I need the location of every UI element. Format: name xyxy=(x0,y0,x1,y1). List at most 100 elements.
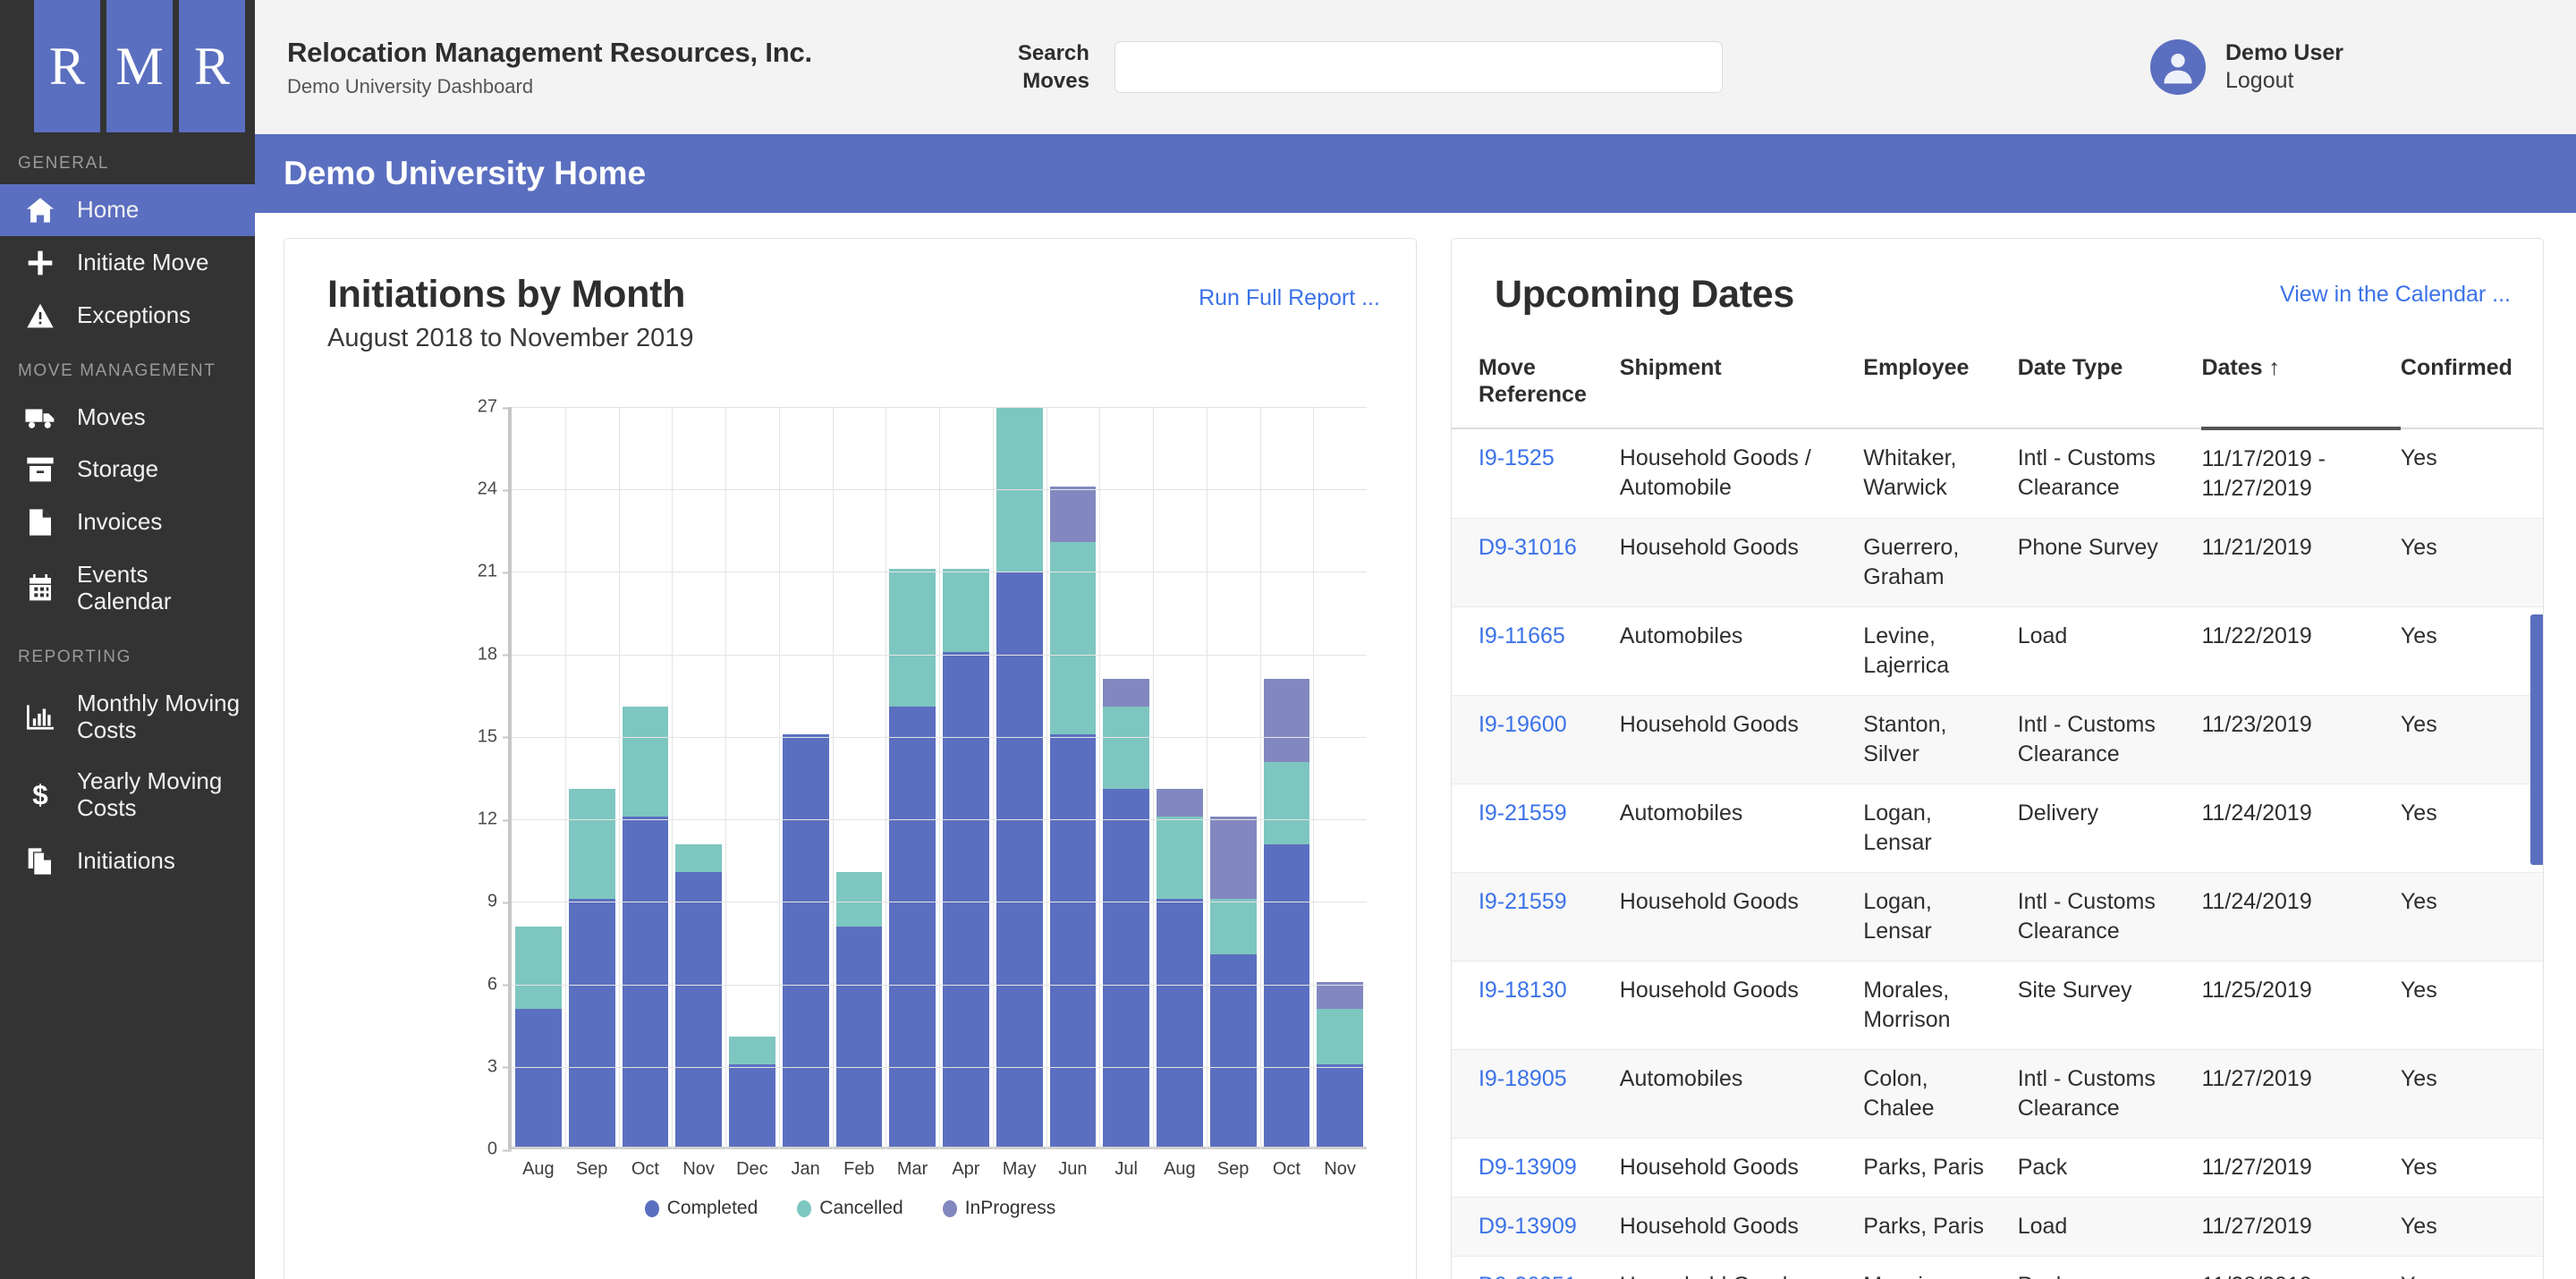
table-row[interactable]: I9-1525Household Goods / AutomobileWhita… xyxy=(1452,428,2543,519)
x-axis-tick: Oct xyxy=(1260,1147,1314,1180)
logo-letter-2: M xyxy=(106,0,173,132)
sidebar-section-general: GENERAL xyxy=(0,134,255,184)
chart-bar[interactable]: Jun xyxy=(1046,407,1100,1147)
sidebar-item-moves[interactable]: Moves xyxy=(0,392,255,444)
user-menu[interactable]: Demo User Logout xyxy=(2150,39,2343,96)
chart-subtitle: August 2018 to November 2019 xyxy=(327,324,1380,353)
cell-move-reference[interactable]: I9-18905 xyxy=(1452,1050,1620,1139)
x-axis-tick: Oct xyxy=(619,1147,673,1180)
grid-line-vertical xyxy=(672,407,673,1149)
grid-line-vertical xyxy=(993,407,994,1149)
sidebar-item-initiations[interactable]: Initiations xyxy=(0,834,255,888)
chart-bar[interactable]: Sep xyxy=(565,407,619,1147)
move-reference-link[interactable]: I9-21559 xyxy=(1479,800,1567,826)
chart-bar[interactable]: Nov xyxy=(1313,407,1367,1147)
cell-move-reference[interactable]: I9-1525 xyxy=(1452,428,1620,519)
move-reference-link[interactable]: D9-13909 xyxy=(1479,1155,1577,1180)
legend-item[interactable]: Cancelled xyxy=(797,1198,902,1219)
bar-segment-cancelled xyxy=(1157,817,1203,899)
column-header-date-type[interactable]: Date Type xyxy=(2018,354,2202,428)
chart-bar[interactable]: Mar xyxy=(886,407,939,1147)
cell-shipment: Household Goods xyxy=(1620,1198,1864,1257)
chart-bar[interactable]: Apr xyxy=(939,407,993,1147)
chart-bar[interactable]: Feb xyxy=(833,407,886,1147)
cell-move-reference[interactable]: I9-19600 xyxy=(1452,696,1620,784)
move-reference-link[interactable]: I9-1525 xyxy=(1479,445,1555,470)
chart-bar[interactable]: Oct xyxy=(1260,407,1314,1147)
grid-line-vertical xyxy=(619,407,620,1149)
chart-bar[interactable]: Dec xyxy=(725,407,779,1147)
table-row[interactable]: I9-21559AutomobilesLogan, LensarDelivery… xyxy=(1452,784,2543,873)
column-header-confirmed[interactable]: Confirmed xyxy=(2401,354,2543,428)
cell-move-reference[interactable]: D9-26351 xyxy=(1452,1257,1620,1279)
move-reference-link[interactable]: D9-31016 xyxy=(1479,535,1577,560)
cell-move-reference[interactable]: D9-13909 xyxy=(1452,1198,1620,1257)
sidebar-item-exceptions[interactable]: Exceptions xyxy=(0,290,255,342)
move-reference-link[interactable]: D9-13909 xyxy=(1479,1214,1577,1239)
column-header-employee[interactable]: Employee xyxy=(1863,354,2017,428)
chart-bar[interactable]: Nov xyxy=(672,407,725,1147)
logout-link[interactable]: Logout xyxy=(2225,67,2343,95)
chart-bar[interactable]: Jul xyxy=(1099,407,1153,1147)
move-reference-link[interactable]: I9-19600 xyxy=(1479,712,1567,737)
table-row[interactable]: I9-11665AutomobilesLevine, LajerricaLoad… xyxy=(1452,607,2543,696)
table-row[interactable]: I9-18905AutomobilesColon, ChaleeIntl - C… xyxy=(1452,1050,2543,1139)
logo[interactable]: R M R xyxy=(0,0,255,134)
legend-item[interactable]: Completed xyxy=(645,1198,758,1219)
search-input[interactable] xyxy=(1114,41,1723,93)
table-row[interactable]: I9-18130Household GoodsMorales, Morrison… xyxy=(1452,961,2543,1050)
chart-bar[interactable]: Sep xyxy=(1207,407,1260,1147)
sidebar-item-label: Initiations xyxy=(77,848,175,875)
sidebar: R M R GENERAL Home Initiate Move Excepti… xyxy=(0,0,255,1279)
cell-move-reference[interactable]: I9-18130 xyxy=(1452,961,1620,1050)
cell-employee: Whitaker, Warwick xyxy=(1863,428,2017,519)
sidebar-item-storage[interactable]: Storage xyxy=(0,444,255,496)
table-row[interactable]: D9-26351Household GoodsMcguire, MorleyPa… xyxy=(1452,1257,2543,1279)
sidebar-item-home[interactable]: Home xyxy=(0,184,255,236)
move-reference-link[interactable]: I9-11665 xyxy=(1479,623,1565,648)
sidebar-item-events-calendar[interactable]: Events Calendar xyxy=(0,549,255,628)
company-name: Relocation Management Resources, Inc. xyxy=(287,37,812,69)
x-axis-tick: Jul xyxy=(1099,1147,1153,1180)
warning-triangle-icon xyxy=(21,302,59,329)
cell-confirmed: Yes xyxy=(2401,607,2543,696)
table-row[interactable]: D9-31016Household GoodsGuerrero, GrahamP… xyxy=(1452,519,2543,607)
move-reference-link[interactable]: D9-26351 xyxy=(1479,1273,1577,1279)
cell-move-reference[interactable]: I9-11665 xyxy=(1452,607,1620,696)
cell-move-reference[interactable]: I9-21559 xyxy=(1452,784,1620,873)
sidebar-item-yearly-moving-costs[interactable]: $ Yearly Moving Costs xyxy=(0,756,255,834)
cell-move-reference[interactable]: D9-13909 xyxy=(1452,1139,1620,1198)
table-row[interactable]: I9-19600Household GoodsStanton, SilverIn… xyxy=(1452,696,2543,784)
y-axis-tick: 18 xyxy=(478,644,512,665)
cell-move-reference[interactable]: D9-31016 xyxy=(1452,519,1620,607)
x-axis-tick: Mar xyxy=(886,1147,939,1180)
cell-move-reference[interactable]: I9-21559 xyxy=(1452,873,1620,961)
cell-employee: Mcguire, Morley xyxy=(1863,1257,2017,1279)
cell-date-type: Phone Survey xyxy=(2018,519,2202,607)
scroll-tab[interactable] xyxy=(2530,614,2543,865)
column-header-dates[interactable]: Dates ↑ xyxy=(2201,354,2400,428)
sidebar-item-invoices[interactable]: Invoices xyxy=(0,496,255,549)
chart-bar[interactable]: Aug xyxy=(512,407,565,1147)
chart-bar[interactable]: Oct xyxy=(619,407,673,1147)
column-header-move-reference[interactable]: Move Reference xyxy=(1452,354,1620,428)
cell-date-type: Pack xyxy=(2018,1257,2202,1279)
sidebar-item-initiate-move[interactable]: Initiate Move xyxy=(0,236,255,290)
chart-bar[interactable]: Jan xyxy=(779,407,833,1147)
table-row[interactable]: D9-13909Household GoodsParks, ParisLoad1… xyxy=(1452,1198,2543,1257)
table-row[interactable]: I9-21559Household GoodsLogan, LensarIntl… xyxy=(1452,873,2543,961)
cell-confirmed: Yes xyxy=(2401,961,2543,1050)
legend-item[interactable]: InProgress xyxy=(943,1198,1056,1219)
sidebar-item-monthly-moving-costs[interactable]: Monthly Moving Costs xyxy=(0,678,255,757)
table-row[interactable]: D9-13909Household GoodsParks, ParisPack1… xyxy=(1452,1139,2543,1198)
cell-dates: 11/25/2019 xyxy=(2201,961,2400,1050)
x-axis-tick: Nov xyxy=(672,1147,725,1180)
move-reference-link[interactable]: I9-18130 xyxy=(1479,978,1567,1003)
run-full-report-link[interactable]: Run Full Report ... xyxy=(1199,285,1380,311)
chart-bar[interactable]: Aug xyxy=(1153,407,1207,1147)
chart-bar[interactable]: May xyxy=(993,407,1046,1147)
move-reference-link[interactable]: I9-18905 xyxy=(1479,1066,1567,1091)
column-header-shipment[interactable]: Shipment xyxy=(1620,354,1864,428)
view-in-calendar-link[interactable]: View in the Calendar ... xyxy=(2280,282,2511,308)
move-reference-link[interactable]: I9-21559 xyxy=(1479,889,1567,914)
